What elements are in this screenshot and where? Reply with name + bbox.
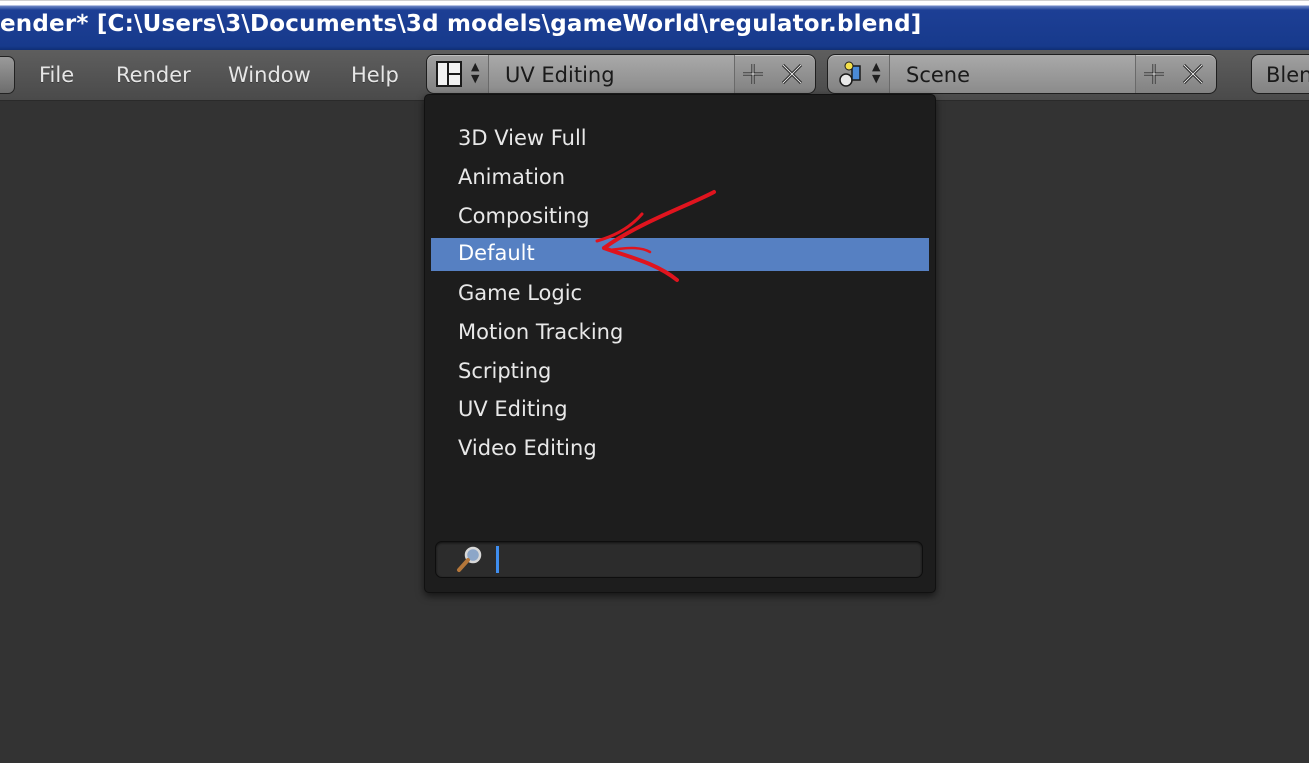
up-down-arrows-icon: ▲ ▼ xyxy=(872,60,881,85)
menu-file[interactable]: File xyxy=(39,63,74,87)
menu-window[interactable]: Window xyxy=(228,63,311,87)
menu-option-label: Video Editing xyxy=(458,436,597,460)
menu-option-animation[interactable]: Animation xyxy=(431,162,929,195)
add-scene-button[interactable] xyxy=(1138,58,1170,90)
screen-layout-dropdown-menu: 3D View Full Animation Compositing Defau… xyxy=(424,94,936,593)
scene-icon xyxy=(839,61,861,87)
menu-option-label: Motion Tracking xyxy=(458,320,624,344)
magnifier-icon xyxy=(457,546,482,572)
scene-name: Scene xyxy=(906,63,971,87)
menu-option-label: Scripting xyxy=(458,359,552,383)
add-screen-button[interactable] xyxy=(737,58,769,90)
menu-option-default[interactable]: Default xyxy=(431,238,929,271)
menu-help[interactable]: Help xyxy=(351,63,399,87)
scene-selector[interactable]: ▲ ▼ Scene xyxy=(827,54,1217,94)
menu-option-label: 3D View Full xyxy=(458,126,587,150)
menu-option-label: Default xyxy=(458,241,535,265)
menu-option-label: Game Logic xyxy=(458,281,583,305)
menu-option-3d-view-full[interactable]: 3D View Full xyxy=(431,123,929,156)
menu-option-video-editing[interactable]: Video Editing xyxy=(431,433,929,466)
screen-layout-icon xyxy=(436,61,462,87)
menu-option-motion-tracking[interactable]: Motion Tracking xyxy=(431,317,929,350)
menu-render[interactable]: Render xyxy=(116,63,191,87)
menu-option-label: Animation xyxy=(458,165,566,189)
text-cursor xyxy=(496,546,499,573)
plus-icon xyxy=(743,64,763,84)
menu-option-label: UV Editing xyxy=(458,397,568,421)
menu-option-label: Compositing xyxy=(458,204,590,228)
delete-screen-button[interactable] xyxy=(776,58,808,90)
close-icon xyxy=(781,63,803,85)
render-engine-label: Blen xyxy=(1266,63,1309,87)
menu-option-scripting[interactable]: Scripting xyxy=(431,356,929,389)
scene-dropdown-toggle[interactable]: ▲ ▼ xyxy=(828,55,888,93)
menu-option-uv-editing[interactable]: UV Editing xyxy=(431,394,929,427)
screen-layout-name: UV Editing xyxy=(505,63,615,87)
menu-search-field[interactable] xyxy=(435,541,923,578)
up-down-arrows-icon: ▲ ▼ xyxy=(471,60,480,85)
plus-icon xyxy=(1144,64,1164,84)
menu-option-game-logic[interactable]: Game Logic xyxy=(431,278,929,311)
delete-scene-button[interactable] xyxy=(1177,58,1209,90)
screen-layout-dropdown-toggle[interactable]: ▲ ▼ xyxy=(427,55,487,93)
editor-type-button[interactable] xyxy=(0,56,15,94)
menu-option-compositing[interactable]: Compositing xyxy=(431,201,929,234)
window-titlebar: ender* [C:\Users\3\Documents\3d models\g… xyxy=(0,0,1309,51)
screen-layout-name-field[interactable]: UV Editing xyxy=(488,55,735,93)
window-title: ender* [C:\Users\3\Documents\3d models\g… xyxy=(0,11,922,37)
scene-name-field[interactable]: Scene xyxy=(889,55,1136,93)
close-icon xyxy=(1182,63,1204,85)
screen-layout-selector[interactable]: ▲ ▼ UV Editing xyxy=(426,54,816,94)
render-engine-selector[interactable]: Blen xyxy=(1251,54,1309,94)
